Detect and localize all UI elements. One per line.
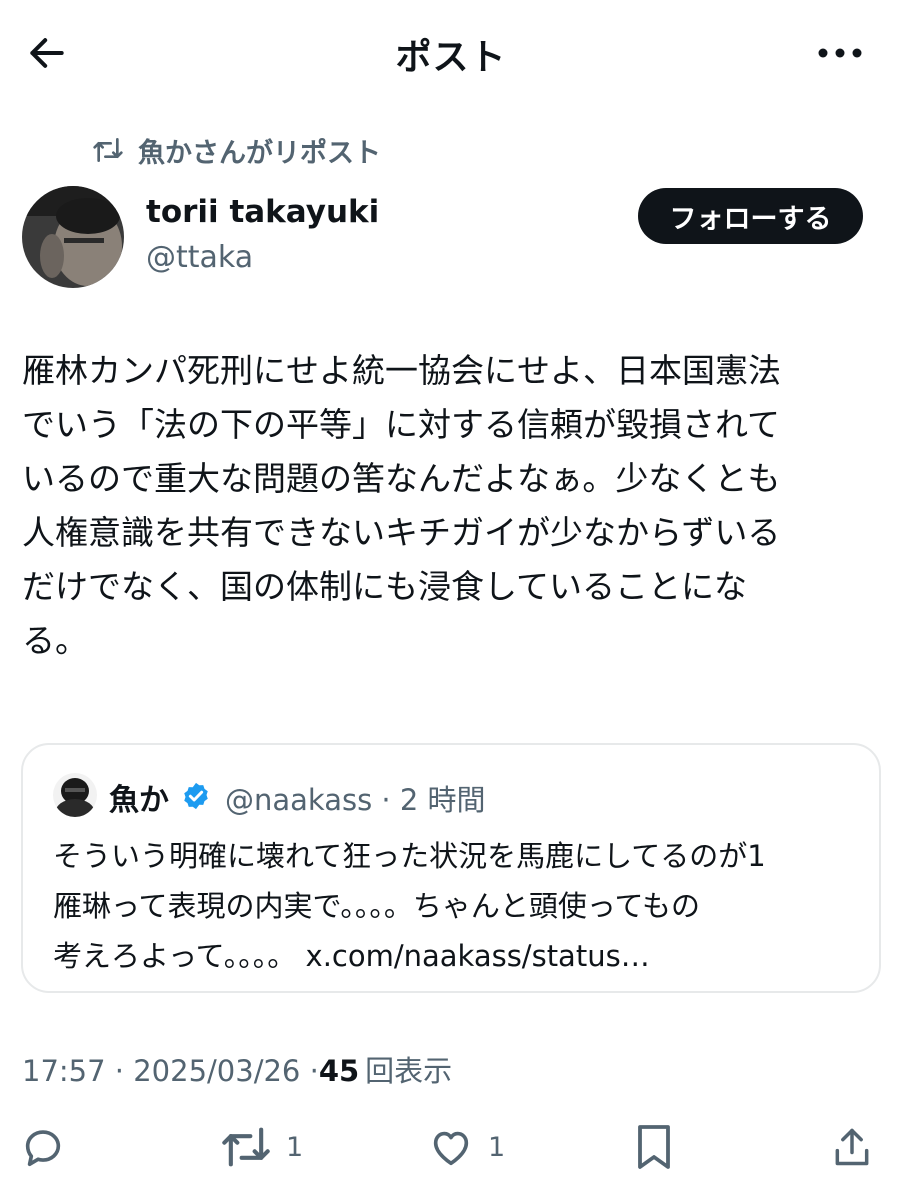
action-bar: 1 1 [0, 1112, 902, 1182]
page-title: ポスト [395, 37, 507, 78]
author-handle[interactable]: @ttaka [146, 240, 253, 275]
post-text-line: でいう「法の下の平等」に対する信頼が毀損されて [22, 405, 781, 444]
quoted-post-text: そういう明確に壊れて狂った状況を馬鹿にしてるのが1 雁琳って表現の内実で。。。。… [53, 831, 766, 981]
verified-badge-icon [184, 782, 208, 810]
post-text-line: 人権意識を共有できないキチガイが少なからずいる [22, 513, 781, 552]
heart-icon [433, 1131, 469, 1166]
repost-icon [222, 1127, 270, 1167]
views-count: 45 [318, 1054, 360, 1088]
post-timestamp[interactable]: 17:57 · 2025/03/26 · [22, 1054, 319, 1088]
more-horizontal-icon [818, 48, 862, 58]
bookmark-button[interactable] [634, 1112, 674, 1182]
like-button[interactable]: 1 [428, 1112, 505, 1182]
post-text-line: 雁林カンパ死刑にせよ統一協会にせよ、日本国憲法 [22, 351, 781, 390]
bookmark-icon [638, 1125, 670, 1169]
reply-icon [25, 1130, 61, 1167]
post-text-line: だけでなく、国の体制にも浸食していることにな [22, 567, 748, 606]
follow-button[interactable]: フォローする [638, 188, 863, 244]
post-text: 雁林カンパ死刑にせよ統一協会にせよ、日本国憲法 でいう「法の下の平等」に対する信… [22, 344, 882, 668]
author-avatar[interactable] [22, 186, 124, 288]
repost-button[interactable]: 1 [220, 1112, 303, 1182]
post-text-line: いるので重大な問題の筈なんだよなぁ。少なくとも [22, 459, 781, 498]
post-meta: 17:57 · 2025/03/26 · 45 回表示 [22, 1048, 452, 1090]
post-text-line: る。 [22, 621, 88, 660]
repost-icon [93, 137, 123, 162]
repost-context[interactable]: 魚かさんがリポスト [92, 130, 381, 170]
quoted-author-name[interactable]: 魚か [109, 775, 169, 819]
repost-count: 1 [286, 1131, 304, 1163]
quoted-author-avatar[interactable] [53, 773, 97, 817]
quoted-post-card[interactable]: 魚か @naakass · 2 時間 そういう明確に壊れて狂った状況を馬鹿にして… [21, 743, 881, 993]
more-button[interactable] [812, 30, 868, 76]
top-bar: ポスト [0, 0, 902, 104]
quoted-handle-time: @naakass · 2 時間 [225, 783, 486, 817]
reply-button[interactable] [20, 1112, 66, 1182]
author-name[interactable]: torii takayuki [146, 194, 379, 230]
views-label: 回表示 [365, 1054, 453, 1088]
share-button[interactable] [830, 1112, 874, 1182]
share-icon [835, 1128, 869, 1166]
repost-context-text: 魚かさんがリポスト [138, 137, 381, 169]
quoted-text-line: 考えろよって。。。。 x.com/naakass/status… [53, 939, 650, 973]
quoted-text-line: 雁琳って表現の内実で。。。。ちゃんと頭使ってもの [53, 889, 700, 923]
like-count: 1 [488, 1131, 506, 1163]
quoted-text-line: そういう明確に壊れて狂った状況を馬鹿にしてるのが1 [53, 839, 766, 873]
